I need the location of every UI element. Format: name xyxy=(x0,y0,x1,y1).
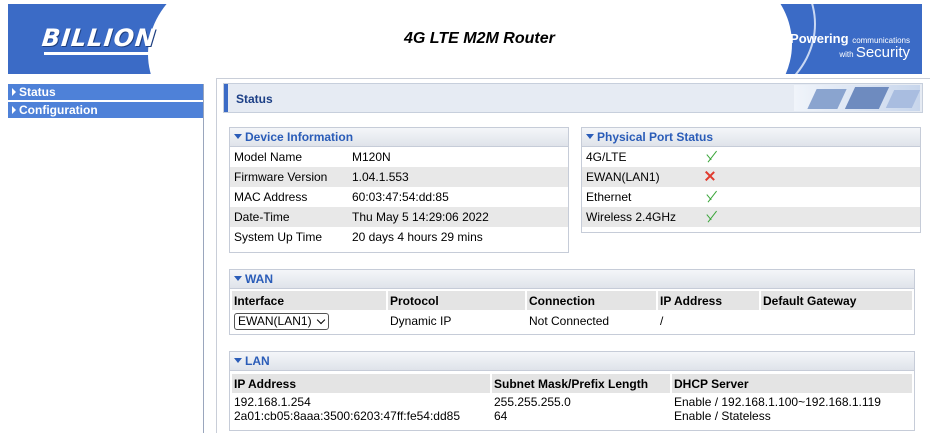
cross-icon xyxy=(704,170,716,182)
table-row: Date-Time Thu May 5 14:29:06 2022 xyxy=(230,207,568,227)
table-row: EWAN(LAN1) Dynamic IP Not Connected / xyxy=(232,310,912,332)
table-row: Firmware Version 1.04.1.553 xyxy=(230,167,568,187)
panel-heading[interactable]: WAN xyxy=(230,270,914,289)
lan-panel: LAN IP Address Subnet Mask/Prefix Length… xyxy=(229,351,915,431)
brand-banner: BILLION xyxy=(8,4,270,74)
sidebar: Status Configuration xyxy=(8,84,204,433)
header: BILLION 4G LTE M2M Router Powering commu… xyxy=(0,0,930,74)
arrow-right-icon xyxy=(12,88,16,96)
main-content: Status Device Information Model Name M120… xyxy=(216,78,930,433)
router-title: 4G LTE M2M Router xyxy=(404,30,555,47)
panel-heading[interactable]: Physical Port Status xyxy=(582,128,920,147)
table-row: 192.168.1.254 2a01:cb05:8aaa:3500:6203:47… xyxy=(234,395,881,423)
table-row: EWAN(LAN1) xyxy=(582,167,920,187)
sidebar-item-label: Configuration xyxy=(19,103,98,117)
check-icon xyxy=(704,151,718,161)
table-row: Model Name M120N xyxy=(230,147,568,167)
column-header: Protocol xyxy=(388,291,525,310)
collapse-triangle-icon xyxy=(234,358,242,363)
tagline: Powering communications with Security xyxy=(790,31,910,61)
table-row: Ethernet xyxy=(582,187,920,207)
sidebar-item-label: Status xyxy=(19,85,56,99)
table-row: Wireless 2.4GHz xyxy=(582,207,920,227)
sidebar-item-status[interactable]: Status xyxy=(8,84,203,100)
sidebar-item-configuration[interactable]: Configuration xyxy=(8,102,203,118)
arrow-right-icon xyxy=(12,106,16,114)
panel-heading[interactable]: LAN xyxy=(230,352,914,371)
office-banner-image xyxy=(794,85,920,111)
interface-select[interactable]: EWAN(LAN1) xyxy=(234,312,329,330)
physical-port-status-panel: Physical Port Status 4G/LTE EWAN(LAN1) E… xyxy=(581,127,921,233)
column-header: IP Address xyxy=(232,374,490,393)
table-row: System Up Time 20 days 4 hours 29 mins xyxy=(230,227,568,247)
column-header: Interface xyxy=(232,291,386,310)
table-row: MAC Address 60:03:47:54:dd:85 xyxy=(230,187,568,207)
panel-heading[interactable]: Device Information xyxy=(230,128,568,147)
check-icon xyxy=(704,211,718,221)
page-title: Status xyxy=(236,92,273,106)
column-header: DHCP Server xyxy=(672,374,912,393)
wan-panel: WAN Interface Protocol Connection IP Add… xyxy=(229,269,915,335)
tagline-banner: Powering communications with Security xyxy=(692,4,922,74)
collapse-triangle-icon xyxy=(586,134,594,139)
collapse-triangle-icon xyxy=(234,276,242,281)
table-row: 4G/LTE xyxy=(582,147,920,167)
device-information-panel: Device Information Model Name M120N Firmw… xyxy=(229,127,569,253)
column-header: Default Gateway xyxy=(761,291,912,310)
column-header: IP Address xyxy=(658,291,759,310)
chevron-down-icon xyxy=(316,315,325,324)
billion-logo: BILLION xyxy=(40,24,158,52)
check-icon xyxy=(704,191,718,201)
column-header: Connection xyxy=(527,291,656,310)
column-header: Subnet Mask/Prefix Length xyxy=(492,374,670,393)
page-title-bar: Status xyxy=(223,83,923,113)
collapse-triangle-icon xyxy=(234,134,242,139)
